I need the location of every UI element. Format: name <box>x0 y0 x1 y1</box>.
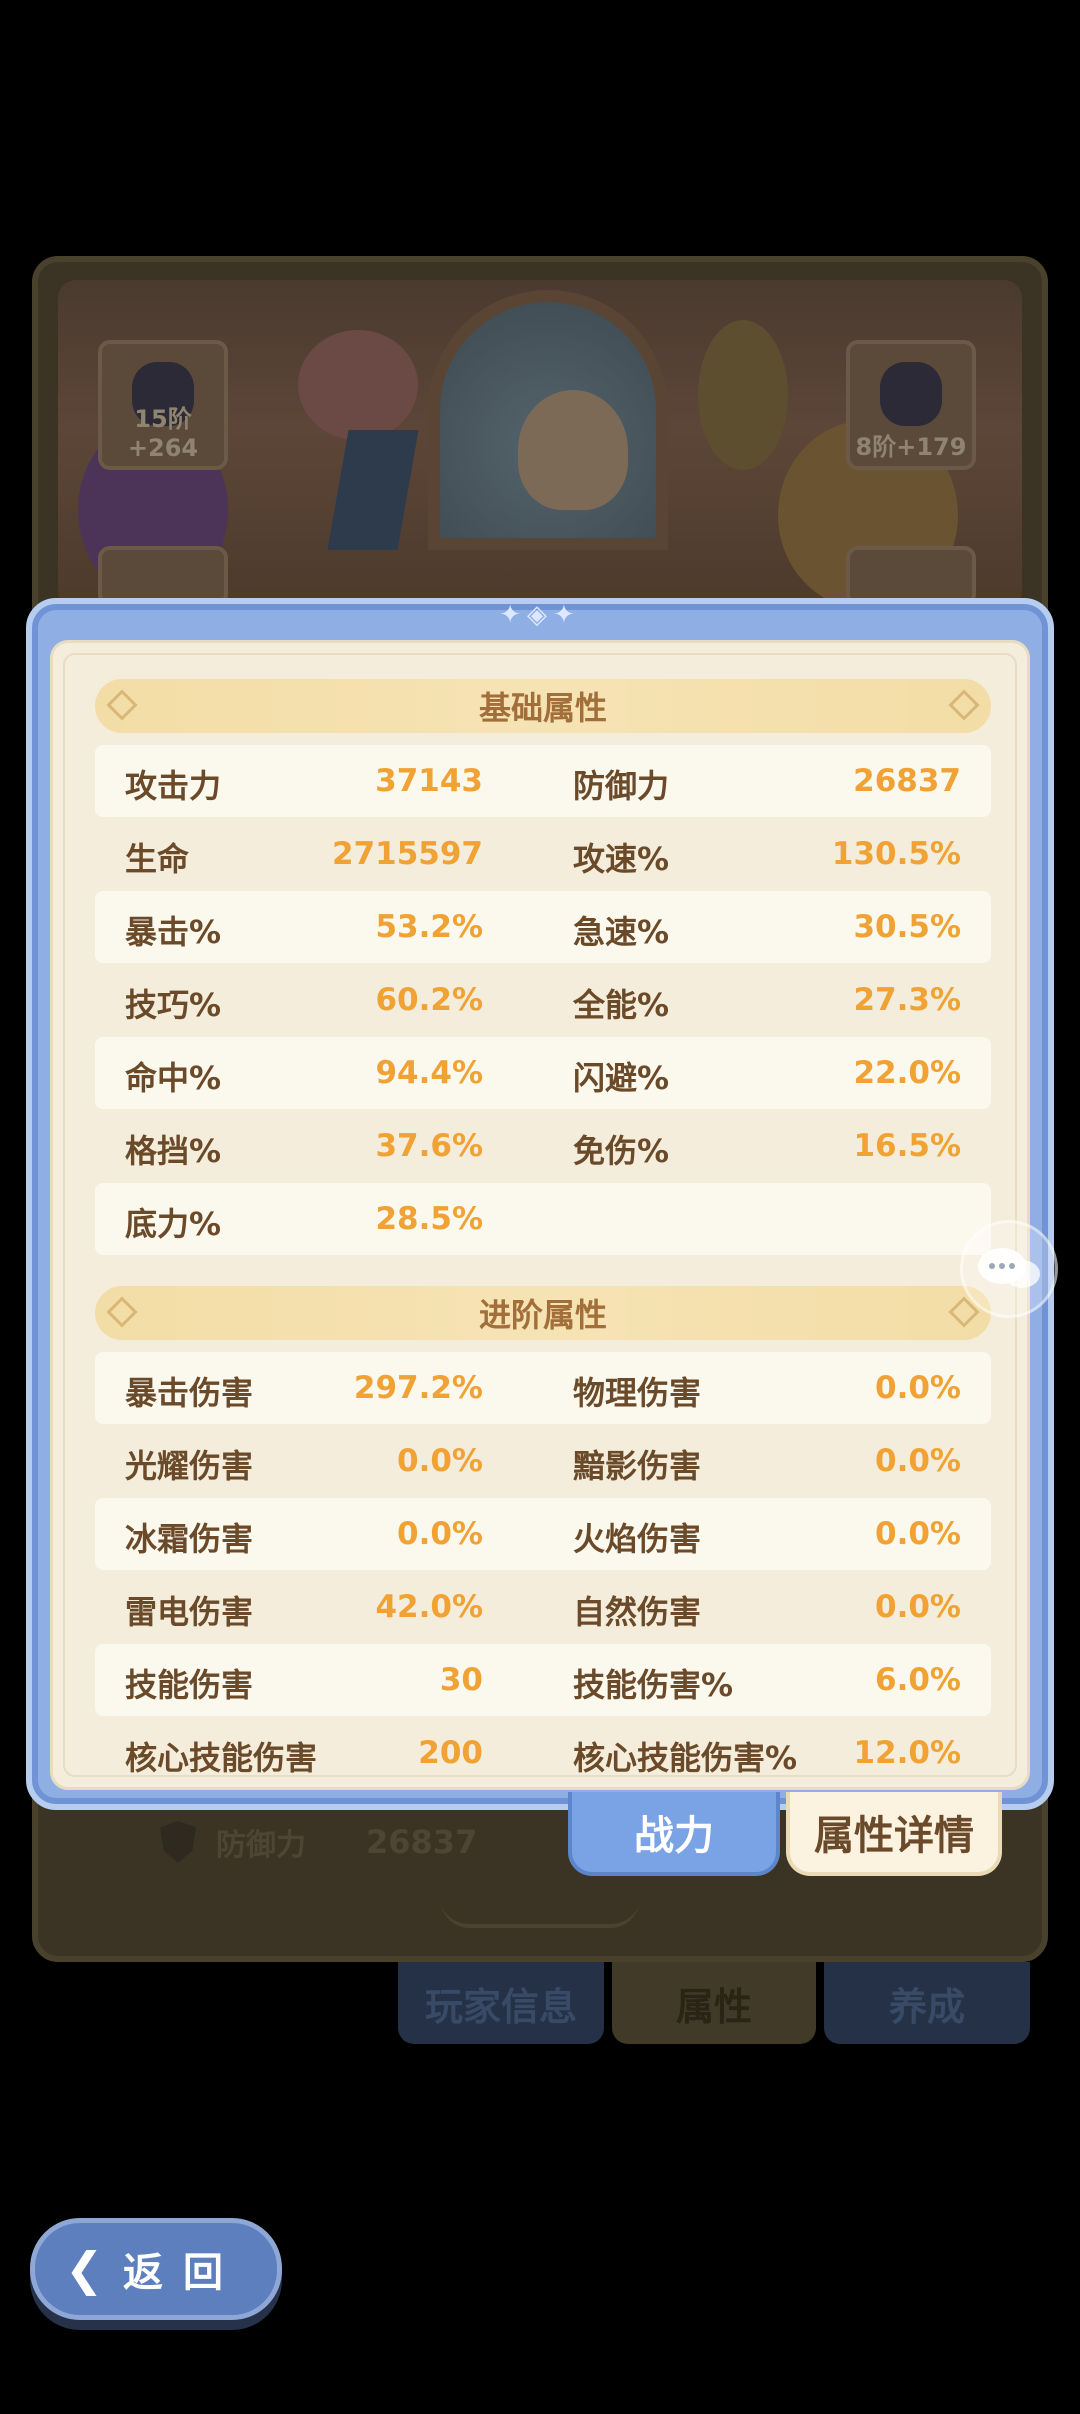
stat-row: 核心技能伤害 200 核心技能伤害% 12.0% <box>95 1717 991 1787</box>
ornament-divider <box>440 1898 640 1928</box>
stat-row: 雷电伤害 42.0% 自然伤害 0.0% <box>95 1571 991 1643</box>
stat-value: 28.5% <box>375 1201 483 1237</box>
stat-name: 免伤% <box>573 1132 670 1170</box>
stat-name: 雷电伤害 <box>125 1593 254 1631</box>
stat-value: 2715597 <box>332 836 483 872</box>
stat-name: 攻速% <box>573 840 670 878</box>
stat-name: 自然伤害 <box>573 1593 702 1631</box>
stat-value: 42.0% <box>375 1589 483 1625</box>
defense-label: 防御力 <box>216 1828 306 1863</box>
stat-name: 核心技能伤害 <box>125 1739 318 1777</box>
back-label: 返回 <box>123 2250 243 2296</box>
stat-value: 30.5% <box>853 909 961 945</box>
stat-name: 光耀伤害 <box>125 1447 254 1485</box>
stat-value: 0.0% <box>397 1443 483 1479</box>
stat-name: 生命 <box>125 840 190 878</box>
stat-name: 命中% <box>125 1059 222 1097</box>
stat-value: 60.2% <box>375 982 483 1018</box>
section-title: 进阶属性 <box>478 1296 607 1334</box>
tab-attribute-details[interactable]: 属性详情 <box>786 1792 1002 1876</box>
stat-name: 急速% <box>573 913 670 951</box>
stat-row: 冰霜伤害 0.0% 火焰伤害 0.0% <box>95 1498 991 1570</box>
stat-value: 0.0% <box>875 1370 961 1406</box>
equip-slot-right[interactable]: 8阶+179 <box>846 340 976 470</box>
stat-name: 技能伤害 <box>125 1666 254 1704</box>
stat-row: 暴击% 53.2% 急速% 30.5% <box>95 891 991 963</box>
panel-tab-bar: 战力 属性详情 <box>568 1792 1002 1876</box>
stat-value: 27.3% <box>853 982 961 1018</box>
stat-name: 底力% <box>125 1205 222 1243</box>
chat-icon <box>978 1248 1040 1288</box>
tab-combat-power[interactable]: 战力 <box>568 1792 780 1876</box>
weapon-figure <box>327 430 419 550</box>
attributes-content: 基础属性 攻击力 37143 防御力 26837 生命 2715597 攻速% 130.… <box>50 640 1030 1790</box>
stat-value: 37143 <box>375 763 483 799</box>
back-arrow-icon: ❮ <box>65 2242 104 2296</box>
helmet-icon <box>880 362 942 426</box>
stat-row: 攻击力 37143 防御力 26837 <box>95 745 991 817</box>
defense-value: 26837 <box>366 1823 478 1861</box>
character-avatar <box>518 390 628 510</box>
tab-attributes[interactable]: 属性 <box>612 1962 816 2044</box>
stat-name: 全能% <box>573 986 670 1024</box>
panel-ornament: ✦◈✦ <box>499 600 581 630</box>
stat-value: 22.0% <box>853 1055 961 1091</box>
stat-name: 技巧% <box>125 986 222 1024</box>
stat-name: 暴击伤害 <box>125 1374 254 1412</box>
stat-value: 130.5% <box>831 836 961 872</box>
stat-row: 命中% 94.4% 闪避% 22.0% <box>95 1037 991 1109</box>
tab-training[interactable]: 养成 <box>824 1962 1030 2044</box>
equip-level: 15阶+264 <box>127 405 199 462</box>
stat-row: 技巧% 60.2% 全能% 27.3% <box>95 964 991 1036</box>
equip-slot-left[interactable]: 15阶+264 <box>98 340 228 470</box>
stat-name: 攻击力 <box>125 767 222 805</box>
stat-value: 53.2% <box>375 909 483 945</box>
equip-slot-right-2[interactable] <box>846 546 976 606</box>
stat-row: 底力% 28.5% <box>95 1183 991 1255</box>
tab-player-info[interactable]: 玩家信息 <box>398 1962 604 2044</box>
stat-name: 闪避% <box>573 1059 670 1097</box>
stat-row: 生命 2715597 攻速% 130.5% <box>95 818 991 890</box>
stat-value: 37.6% <box>375 1128 483 1164</box>
stat-name: 技能伤害% <box>573 1666 734 1704</box>
stat-value: 94.4% <box>375 1055 483 1091</box>
equip-slot-left-2[interactable] <box>98 546 228 606</box>
stat-name: 物理伤害 <box>573 1374 702 1412</box>
diamond-icon <box>106 689 138 721</box>
stat-value: 297.2% <box>353 1370 483 1406</box>
diamond-icon <box>106 1296 138 1328</box>
stat-row: 格挡% 37.6% 免伤% 16.5% <box>95 1110 991 1182</box>
stat-value: 200 <box>418 1735 483 1771</box>
stat-name: 格挡% <box>125 1132 222 1170</box>
equip-level: 8阶+179 <box>855 433 967 461</box>
shield-icon <box>160 1821 196 1863</box>
background-defense-row: 防御力 26837 <box>160 1820 477 1864</box>
stat-value: 6.0% <box>875 1662 961 1698</box>
section-title: 基础属性 <box>478 689 607 727</box>
stat-value: 0.0% <box>875 1443 961 1479</box>
stat-value: 26837 <box>853 763 961 799</box>
stat-row: 光耀伤害 0.0% 黯影伤害 0.0% <box>95 1425 991 1497</box>
stat-value: 0.0% <box>397 1516 483 1552</box>
section-header-advanced: 进阶属性 <box>95 1286 991 1340</box>
stat-name: 暴击% <box>125 913 222 951</box>
stat-name: 防御力 <box>573 767 670 805</box>
stat-row: 技能伤害 30 技能伤害% 6.0% <box>95 1644 991 1716</box>
section-header-basic: 基础属性 <box>95 679 991 733</box>
stat-name: 冰霜伤害 <box>125 1520 254 1558</box>
bottom-tab-bar: 玩家信息 属性 养成 <box>398 1962 1030 2044</box>
diamond-icon <box>948 689 980 721</box>
stat-value: 30 <box>439 1662 483 1698</box>
stat-name: 黯影伤害 <box>573 1447 702 1485</box>
stat-name: 核心技能伤害% <box>573 1739 798 1777</box>
chat-button[interactable] <box>960 1220 1058 1318</box>
stat-value: 16.5% <box>853 1128 961 1164</box>
back-button[interactable]: ❮ 返回 <box>30 2218 282 2320</box>
stat-row: 暴击伤害 297.2% 物理伤害 0.0% <box>95 1352 991 1424</box>
stat-value: 0.0% <box>875 1589 961 1625</box>
stat-value: 12.0% <box>853 1735 961 1771</box>
stat-name: 火焰伤害 <box>573 1520 702 1558</box>
stat-value: 0.0% <box>875 1516 961 1552</box>
